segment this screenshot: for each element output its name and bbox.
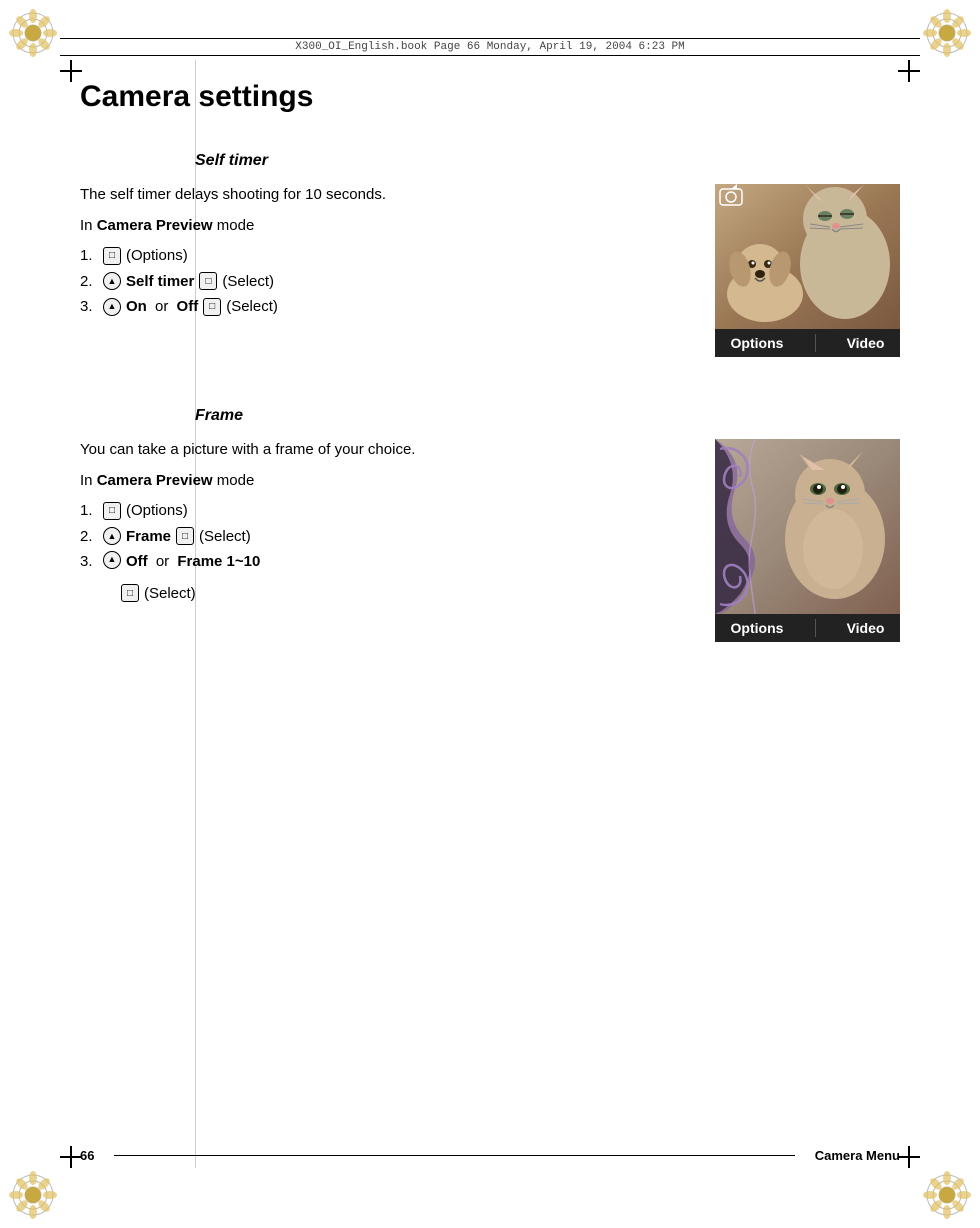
self-timer-options-label: Options (731, 335, 784, 351)
frame-step-1: 1. □ (Options) (80, 498, 695, 524)
frame-heading: Frame (195, 407, 900, 425)
options-button-icon: □ (103, 247, 121, 265)
frame-step-3-select: (Select) (144, 581, 196, 607)
mode-bold: Camera Preview (97, 217, 213, 234)
preview-bar-divider-1 (815, 334, 816, 352)
step-2-num: 2. (80, 269, 98, 295)
frame-options-label: Options (731, 620, 784, 636)
self-timer-preview-bar: Options Video (715, 329, 900, 357)
frame-select-btn-1: □ (176, 527, 194, 545)
self-timer-heading: Self timer (195, 152, 900, 170)
frame-video-label: Video (847, 620, 885, 636)
frame-preview-bar: Options Video (715, 614, 900, 642)
crosshair-tl (60, 60, 82, 82)
footer-line (114, 1155, 794, 1156)
step-2-text: (Select) (222, 269, 274, 295)
frame-mode-suffix: mode (213, 472, 255, 489)
frame-step-3-num: 3. (80, 549, 98, 575)
footer-title: Camera Menu (815, 1148, 900, 1163)
corner-decoration-tl (8, 8, 58, 58)
frame-section: Frame You can take a picture with a fram… (80, 407, 900, 642)
self-timer-text: The self timer delays shooting for 10 se… (80, 184, 715, 320)
step-3-or: or (151, 294, 173, 320)
self-timer-body: The self timer delays shooting for 10 se… (80, 184, 900, 357)
frame-step-3-or: or (152, 549, 174, 575)
nav-up-icon-1: ▲ (103, 272, 121, 290)
frame-nav-icon-2: ▲ (103, 551, 121, 569)
self-timer-step-2: 2. ▲ Self timer □ (Select) (80, 269, 695, 295)
mode-prefix: In (80, 217, 97, 234)
self-timer-preview-image (715, 184, 900, 329)
frame-mode-prefix: In (80, 472, 97, 489)
preview-bar-divider-2 (815, 619, 816, 637)
header-bar: X300_OI_English.book Page 66 Monday, Apr… (60, 38, 920, 56)
step-3-on: On (126, 294, 147, 320)
frame-select-btn-2: □ (121, 584, 139, 602)
frame-step-3-off: Off (126, 549, 148, 575)
frame-nav-icon-1: ▲ (103, 527, 121, 545)
self-timer-steps: 1. □ (Options) 2. ▲ Self timer □ (Select… (80, 243, 695, 320)
frame-step-3-bold2: Frame 1~10 (177, 549, 260, 575)
crosshair-br (898, 1146, 920, 1168)
corner-decoration-tr (922, 8, 972, 58)
header-text: X300_OI_English.book Page 66 Monday, Apr… (295, 41, 684, 53)
crosshair-bl (60, 1146, 82, 1168)
frame-steps: 1. □ (Options) 2. ▲ Frame □ (Select) 3 (80, 498, 695, 606)
self-timer-step-3: 3. ▲ On or Off □ (Select) (80, 294, 695, 320)
frame-step-2-text: (Select) (199, 524, 251, 550)
frame-step-1-text: (Options) (126, 498, 188, 524)
self-timer-description: The self timer delays shooting for 10 se… (80, 184, 695, 207)
footer: 66 Camera Menu (80, 1148, 900, 1163)
step-3-num: 3. (80, 294, 98, 320)
self-timer-mode: In Camera Preview mode (80, 215, 695, 238)
self-timer-section: Self timer The self timer delays shootin… (80, 152, 900, 357)
corner-decoration-bl (8, 1170, 58, 1220)
step-1-text: (Options) (126, 243, 188, 269)
frame-text: You can take a picture with a frame of y… (80, 439, 715, 606)
frame-step-2: 2. ▲ Frame □ (Select) (80, 524, 695, 550)
frame-description: You can take a picture with a frame of y… (80, 439, 695, 462)
nav-up-icon-2: ▲ (103, 298, 121, 316)
self-timer-step-1: 1. □ (Options) (80, 243, 695, 269)
footer-page-number: 66 (80, 1148, 94, 1163)
select-button-icon-2: □ (203, 298, 221, 316)
select-button-icon-1: □ (199, 272, 217, 290)
frame-options-btn-icon: □ (103, 502, 121, 520)
frame-body: You can take a picture with a frame of y… (80, 439, 900, 642)
frame-step-3: 3. ▲ Off or Frame 1~10 □ (Select) (80, 549, 695, 606)
frame-step-2-num: 2. (80, 524, 98, 550)
mode-suffix: mode (213, 217, 255, 234)
frame-preview: Options Video (715, 439, 900, 642)
main-content: Camera settings Self timer The self time… (80, 80, 900, 1148)
crosshair-tr (898, 60, 920, 82)
page-title: Camera settings (80, 80, 900, 122)
step-3-off: Off (177, 294, 199, 320)
frame-preview-image (715, 439, 900, 614)
self-timer-preview: Options Video (715, 184, 900, 357)
corner-decoration-br (922, 1170, 972, 1220)
frame-step-2-bold: Frame (126, 524, 171, 550)
step-3-text: (Select) (226, 294, 278, 320)
step-1-num: 1. (80, 243, 98, 269)
frame-step-1-num: 1. (80, 498, 98, 524)
step-2-bold: Self timer (126, 269, 194, 295)
frame-mode-bold: Camera Preview (97, 472, 213, 489)
self-timer-video-label: Video (847, 335, 885, 351)
frame-mode: In Camera Preview mode (80, 470, 695, 493)
